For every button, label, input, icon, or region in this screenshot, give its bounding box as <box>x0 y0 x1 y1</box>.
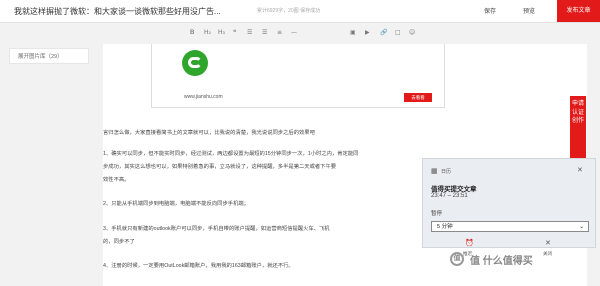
paragraph: 4、注册的时候，一定要用OutLook邮箱账户，我用我的163邮箱账户，就还不行… <box>103 263 294 269</box>
paragraph: 的，同步不了 <box>103 239 135 245</box>
brand-watermark: 值 什么值得买 <box>470 256 533 267</box>
calendar-notification: ▦ 日历 ✕ 值得买提交文章 23:47 – 23:51 暂停 5 分钟 ⌄ ⏰… <box>422 158 597 256</box>
snooze-value: 5 分钟 <box>437 224 453 230</box>
gallery-toggle[interactable]: 展开图片库（29） <box>9 48 89 64</box>
heading-small-icon[interactable]: H₃ <box>218 29 225 37</box>
link-icon[interactable]: 🔗 <box>380 29 387 37</box>
image-icon[interactable]: ▣ <box>350 29 356 37</box>
close-icon[interactable]: ✕ <box>577 166 583 174</box>
divider-icon[interactable]: — <box>291 29 297 37</box>
article-title[interactable]: 我就这样摒抛了微软：和大家谈一谈微软那些好用没广告... <box>14 6 221 17</box>
ie-logo-icon <box>182 50 208 76</box>
format-toolbar: 𝐁 H₂ H₃ ❝ ☰ ☰ ≡ — ▣ ▶ 🔗 □ ☺ <box>0 26 600 40</box>
notification-title: 值得买提交文章 <box>431 186 477 193</box>
paragraph: 效性不高。 <box>103 177 130 183</box>
save-button[interactable]: 保存 <box>484 6 496 15</box>
save-status: 累计6929字，20图 保存成功 <box>257 8 321 14</box>
brand-logo-icon: 值 <box>450 252 464 266</box>
paragraph: 步成功，其实这么想也可以，如果特别着急的事，立马就设了，这种提醒，多半是第二天或… <box>103 164 337 170</box>
dismiss-button[interactable]: 关闭 <box>543 251 552 257</box>
link-card-domain: www.jianshu.com <box>184 94 223 100</box>
notification-app-name: 日历 <box>441 169 452 175</box>
heading-icon[interactable]: H₂ <box>204 29 211 37</box>
paragraph: 言归怎么做，大家直接看简书上的文章就可以，比我说的清楚，我光说说同步之后的效果吧 <box>103 130 315 136</box>
ordered-list-icon[interactable]: ☰ <box>262 29 267 37</box>
quote-icon[interactable]: ❝ <box>233 29 236 37</box>
link-card[interactable]: www.jianshu.com 去看看 <box>151 44 445 108</box>
notification-time: 23:47 – 23:51 <box>431 193 468 199</box>
link-card-button[interactable]: 去看看 <box>404 93 432 102</box>
paragraph: 1、确实可以同步，但不能实时同步，经过测试，两边都设置为最短的15分钟同步一次，… <box>103 151 359 157</box>
emoji-icon[interactable]: ☺ <box>409 29 415 37</box>
publish-button[interactable]: 发布文章 <box>557 0 600 22</box>
dismiss-icon[interactable]: ✕ <box>545 239 551 247</box>
paragraph: 2、只能从手机端同步到电脑端，电脑端不能反向同步手机端； <box>103 201 249 207</box>
list-icon[interactable]: ☰ <box>247 29 252 37</box>
paragraph: 3、手机就只有新建的outlook账户可以同步，手机自带的账户提醒，如运营商短信… <box>103 226 330 232</box>
bold-icon[interactable]: 𝐁 <box>190 29 194 37</box>
product-icon[interactable]: □ <box>395 29 401 37</box>
snooze-select[interactable]: 5 分钟 ⌄ <box>431 221 589 232</box>
snooze-label: 暂停 <box>431 211 443 217</box>
preview-button[interactable]: 预览 <box>523 6 535 15</box>
video-icon[interactable]: ▶ <box>365 29 370 37</box>
chevron-down-icon: ⌄ <box>579 224 584 230</box>
alarm-icon[interactable]: ⏰ <box>465 239 474 247</box>
top-bar: 我就这样摒抛了微软：和大家谈一谈微软那些好用没广告... 累计6929字，20图… <box>0 0 600 23</box>
align-icon[interactable]: ≡ <box>277 29 282 37</box>
calendar-icon: ▦ <box>431 167 438 175</box>
notification-actions: ⏰ 推迟 ✕ 关闭 <box>423 239 597 256</box>
